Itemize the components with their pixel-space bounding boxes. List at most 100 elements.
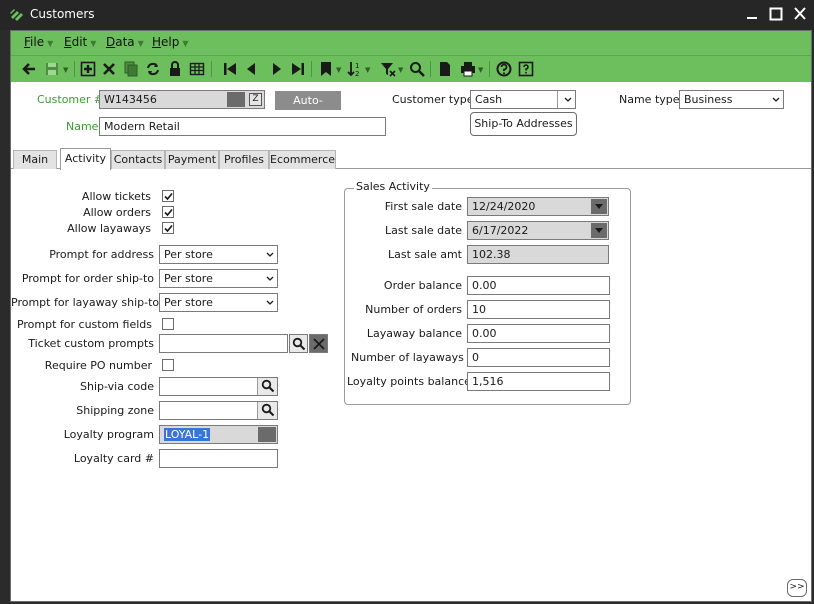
allow-orders-label: Allow orders (83, 206, 151, 219)
ticket-custom-prompts-label: Ticket custom prompts (28, 337, 154, 350)
zoom-icon[interactable]: Z (249, 93, 262, 106)
layaway-balance-label: Layaway balance (366, 327, 462, 340)
layaway-balance-field[interactable]: 0.00 (467, 324, 610, 343)
save-dropdown-icon[interactable]: ▼ (63, 66, 68, 74)
search-icon[interactable] (408, 60, 426, 78)
lock-icon[interactable] (166, 60, 184, 78)
maximize-button[interactable] (768, 4, 784, 24)
filter-icon[interactable] (379, 60, 397, 78)
lookup-button[interactable] (227, 92, 245, 107)
ticket-prompts-search-button[interactable] (289, 334, 308, 353)
copy-icon[interactable] (122, 60, 140, 78)
svg-text:2: 2 (355, 70, 359, 78)
first-record-icon[interactable] (221, 60, 239, 78)
require-po-checkbox[interactable] (162, 359, 174, 371)
print-icon[interactable] (459, 60, 477, 78)
customer-type-select[interactable]: Cash (470, 90, 576, 109)
toolbar-separator (489, 61, 490, 77)
ship-via-lookup[interactable] (257, 378, 277, 395)
search-icon (292, 337, 306, 351)
number-of-layaways-field[interactable]: 0 (467, 348, 610, 367)
ticket-custom-prompts-field[interactable] (159, 334, 288, 353)
svg-text:1: 1 (355, 62, 359, 70)
menu-data[interactable]: Data ▼ (106, 35, 144, 49)
loyalty-program-select[interactable]: LOYAL-1 (159, 425, 278, 444)
triangle-down-icon (595, 228, 603, 233)
prompt-order-ship-to-select[interactable]: Per store (159, 269, 278, 288)
refresh-icon[interactable] (144, 60, 162, 78)
app-logo-icon (10, 9, 23, 21)
minimize-button[interactable] (744, 4, 760, 24)
title-bar: Customers (0, 0, 814, 30)
menu-edit[interactable]: Edit ▼ (64, 35, 96, 49)
tab-ecommerce[interactable]: Ecommerce (269, 150, 336, 169)
window-title: Customers (30, 7, 95, 21)
first-sale-date-field[interactable]: 12/24/2020 (467, 197, 609, 216)
bookmark-icon[interactable] (317, 60, 335, 78)
prompt-layaway-ship-to-label: Prompt for layaway ship-to (11, 296, 160, 309)
back-arrow-icon[interactable] (20, 60, 38, 78)
customer-number-field[interactable]: W143456 Z (99, 90, 265, 109)
help-icon[interactable] (495, 60, 513, 78)
toolbar-separator (311, 61, 312, 77)
close-button[interactable] (792, 4, 808, 24)
chevron-down-icon (772, 97, 780, 102)
sort-dropdown-icon[interactable]: ▼ (365, 66, 370, 74)
delete-icon[interactable] (100, 60, 118, 78)
order-balance-field[interactable]: 0.00 (467, 276, 610, 295)
grid-view-icon[interactable] (188, 60, 206, 78)
auto-assign-button[interactable]: Auto-assign (275, 91, 341, 124)
prompt-address-select[interactable]: Per store (159, 245, 278, 264)
prompt-layaway-ship-to-select[interactable]: Per store (159, 293, 278, 312)
check-icon (164, 208, 173, 217)
first-sale-date-dropdown[interactable] (591, 199, 607, 214)
prompt-custom-fields-checkbox[interactable] (162, 318, 174, 330)
expand-button[interactable]: >> (787, 579, 807, 597)
save-icon[interactable] (43, 60, 61, 78)
last-sale-date-field[interactable]: 6/17/2022 (467, 221, 609, 240)
last-sale-date-dropdown[interactable] (591, 223, 607, 238)
tab-activity[interactable]: Activity (60, 148, 111, 170)
menu-file[interactable]: File ▼ (24, 35, 53, 49)
add-record-icon[interactable] (79, 60, 97, 78)
last-sale-date-label: Last sale date (384, 224, 462, 237)
require-po-label: Require PO number (44, 359, 152, 372)
form-frame: File ▼ Edit ▼ Data ▼ Help ▼ ▼ ▼ 1 2 ▼ ▼ … (10, 30, 812, 602)
check-icon (164, 192, 173, 201)
check-icon (164, 224, 173, 233)
next-record-icon[interactable] (268, 60, 286, 78)
last-record-icon[interactable] (289, 60, 307, 78)
filter-dropdown-icon[interactable]: ▼ (398, 66, 403, 74)
loyalty-program-dropdown[interactable] (258, 427, 276, 442)
shipping-zone-lookup[interactable] (257, 402, 277, 419)
tab-contacts[interactable]: Contacts (111, 150, 165, 169)
shipping-zone-field[interactable] (159, 401, 278, 420)
tab-profiles[interactable]: Profiles (219, 150, 269, 169)
loyalty-card-field[interactable] (159, 449, 278, 468)
tab-payment[interactable]: Payment (165, 150, 219, 169)
name-field[interactable]: Modern Retail (99, 117, 386, 136)
toolbar: ▼ ▼ 1 2 ▼ ▼ ▼ (11, 55, 811, 82)
toolbar-separator (74, 61, 75, 77)
allow-orders-checkbox[interactable] (162, 206, 174, 218)
clear-icon (313, 338, 325, 350)
ship-via-code-field[interactable] (159, 377, 278, 396)
allow-layaways-checkbox[interactable] (162, 222, 174, 234)
context-help-icon[interactable] (517, 60, 535, 78)
document-icon[interactable] (436, 60, 454, 78)
loyalty-points-balance-field[interactable]: 1,516 (467, 372, 610, 391)
ship-to-addresses-button[interactable]: Ship-To Addresses (470, 112, 577, 136)
menu-help[interactable]: Help ▼ (152, 35, 189, 49)
chevron-down-icon (266, 300, 274, 305)
name-type-select[interactable]: Business (679, 90, 784, 109)
print-dropdown-icon[interactable]: ▼ (478, 66, 483, 74)
ticket-prompts-clear-button[interactable] (309, 334, 328, 353)
sort-icon[interactable]: 12 (346, 60, 364, 78)
previous-record-icon[interactable] (242, 60, 260, 78)
triangle-down-icon (595, 204, 603, 209)
loyalty-card-label: Loyalty card # (73, 452, 154, 465)
bookmark-dropdown-icon[interactable]: ▼ (336, 66, 341, 74)
tab-main[interactable]: Main (13, 150, 57, 169)
number-of-orders-field[interactable]: 10 (467, 300, 610, 319)
allow-tickets-checkbox[interactable] (162, 190, 174, 202)
